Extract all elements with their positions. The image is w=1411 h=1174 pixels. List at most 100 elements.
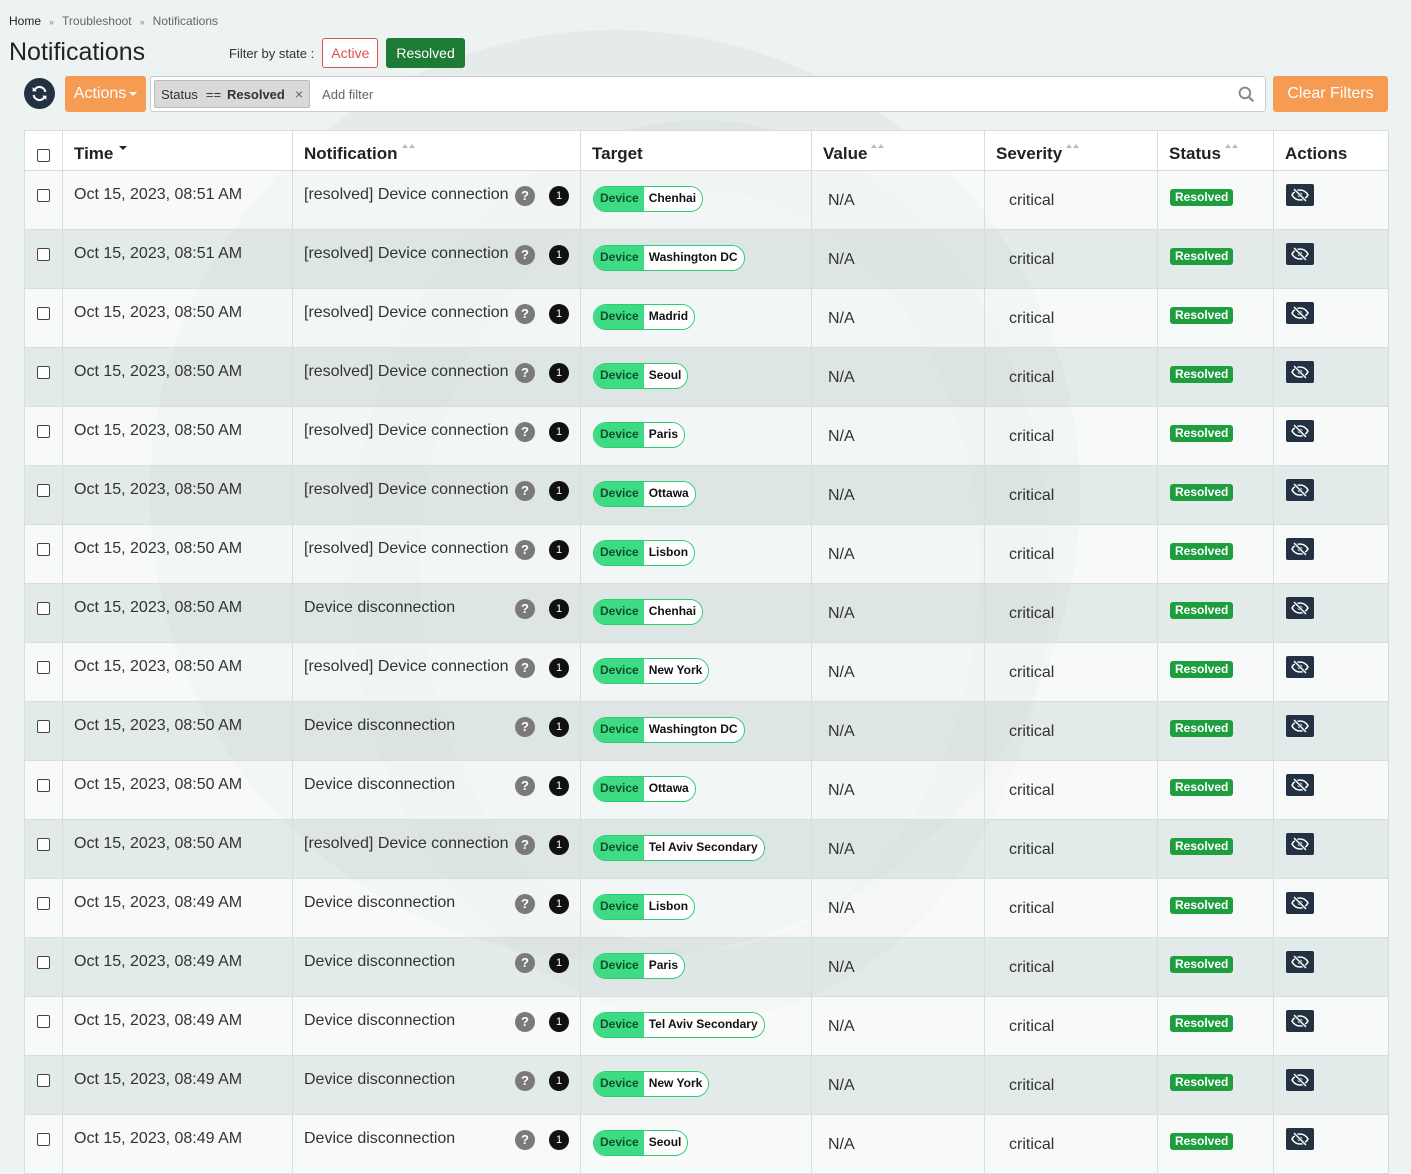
hide-eye-icon[interactable]: [1286, 1069, 1314, 1091]
target-tag[interactable]: Device Ottawa: [593, 481, 696, 507]
row-checkbox[interactable]: [37, 779, 50, 792]
resolved-state-button[interactable]: Resolved: [386, 38, 465, 68]
help-icon[interactable]: ?: [515, 658, 535, 678]
column-header-value[interactable]: Value: [811, 130, 985, 171]
active-state-button[interactable]: Active: [322, 38, 379, 68]
hide-eye-icon[interactable]: [1286, 597, 1314, 619]
target-tag[interactable]: Device Ottawa: [593, 776, 696, 802]
help-icon[interactable]: ?: [515, 1071, 535, 1091]
target-tag[interactable]: Device Lisbon: [593, 540, 696, 566]
hide-eye-icon[interactable]: [1286, 1010, 1314, 1032]
table-row[interactable]: Oct 15, 2023, 08:50 AM [resolved] Device…: [24, 642, 1389, 702]
add-filter-input[interactable]: [320, 85, 1238, 103]
breadcrumb-home[interactable]: Home: [9, 14, 41, 28]
status-filter-chip[interactable]: Status == Resolved ×: [154, 80, 311, 108]
breadcrumb-troubleshoot[interactable]: Troubleshoot: [62, 14, 132, 28]
hide-eye-icon[interactable]: [1286, 420, 1314, 442]
table-row[interactable]: Oct 15, 2023, 08:50 AM [resolved] Device…: [24, 347, 1389, 407]
row-checkbox[interactable]: [37, 1133, 50, 1146]
target-tag[interactable]: Device Seoul: [593, 363, 689, 389]
target-tag[interactable]: Device Tel Aviv Secondary: [593, 835, 765, 861]
row-checkbox[interactable]: [37, 425, 50, 438]
hide-eye-icon[interactable]: [1286, 833, 1314, 855]
target-tag[interactable]: Device Paris: [593, 953, 686, 979]
search-icon[interactable]: [1238, 86, 1255, 103]
clear-filters-button[interactable]: Clear Filters: [1273, 76, 1388, 112]
help-icon[interactable]: ?: [515, 776, 535, 796]
table-row[interactable]: Oct 15, 2023, 08:50 AM [resolved] Device…: [24, 288, 1389, 348]
table-row[interactable]: Oct 15, 2023, 08:49 AM Device disconnect…: [24, 996, 1389, 1056]
row-checkbox[interactable]: [37, 956, 50, 969]
help-icon[interactable]: ?: [515, 304, 535, 324]
hide-eye-icon[interactable]: [1286, 951, 1314, 973]
help-icon[interactable]: ?: [515, 1130, 535, 1150]
help-icon[interactable]: ?: [515, 540, 535, 560]
table-row[interactable]: Oct 15, 2023, 08:50 AM Device disconnect…: [24, 583, 1389, 643]
table-row[interactable]: Oct 15, 2023, 08:49 AM Device disconnect…: [24, 1114, 1389, 1174]
target-tag[interactable]: Device Madrid: [593, 304, 696, 330]
row-checkbox[interactable]: [37, 661, 50, 674]
help-icon[interactable]: ?: [515, 599, 535, 619]
table-row[interactable]: Oct 15, 2023, 08:50 AM [resolved] Device…: [24, 406, 1389, 466]
hide-eye-icon[interactable]: [1286, 361, 1314, 383]
hide-eye-icon[interactable]: [1286, 243, 1314, 265]
row-checkbox[interactable]: [37, 189, 50, 202]
row-checkbox[interactable]: [37, 720, 50, 733]
column-header-time[interactable]: Time: [62, 130, 293, 171]
row-checkbox[interactable]: [37, 248, 50, 261]
table-row[interactable]: Oct 15, 2023, 08:50 AM [resolved] Device…: [24, 465, 1389, 525]
hide-eye-icon[interactable]: [1286, 656, 1314, 678]
refresh-button[interactable]: [24, 78, 55, 109]
target-tag[interactable]: Device Seoul: [593, 1130, 689, 1156]
hide-eye-icon[interactable]: [1286, 892, 1314, 914]
hide-eye-icon[interactable]: [1286, 302, 1314, 324]
help-icon[interactable]: ?: [515, 835, 535, 855]
help-icon[interactable]: ?: [515, 1012, 535, 1032]
row-checkbox[interactable]: [37, 838, 50, 851]
hide-eye-icon[interactable]: [1286, 184, 1314, 206]
target-tag[interactable]: Device Chenhai: [593, 599, 704, 625]
row-checkbox[interactable]: [37, 484, 50, 497]
target-tag[interactable]: Device Paris: [593, 422, 686, 448]
table-row[interactable]: Oct 15, 2023, 08:50 AM [resolved] Device…: [24, 819, 1389, 879]
actions-dropdown-button[interactable]: Actions: [65, 76, 146, 112]
row-checkbox[interactable]: [37, 897, 50, 910]
hide-eye-icon[interactable]: [1286, 479, 1314, 501]
column-header-status[interactable]: Status: [1157, 130, 1274, 171]
table-row[interactable]: Oct 15, 2023, 08:49 AM Device disconnect…: [24, 1055, 1389, 1115]
hide-eye-icon[interactable]: [1286, 1128, 1314, 1150]
table-row[interactable]: Oct 15, 2023, 08:50 AM Device disconnect…: [24, 760, 1389, 820]
target-tag[interactable]: Device Washington DC: [593, 717, 745, 743]
help-icon[interactable]: ?: [515, 894, 535, 914]
hide-eye-icon[interactable]: [1286, 774, 1314, 796]
help-icon[interactable]: ?: [515, 422, 535, 442]
row-checkbox[interactable]: [37, 602, 50, 615]
help-icon[interactable]: ?: [515, 245, 535, 265]
row-checkbox[interactable]: [37, 307, 50, 320]
target-tag[interactable]: Device Lisbon: [593, 894, 696, 920]
help-icon[interactable]: ?: [515, 363, 535, 383]
column-header-notification[interactable]: Notification: [292, 130, 581, 171]
help-icon[interactable]: ?: [515, 953, 535, 973]
help-icon[interactable]: ?: [515, 717, 535, 737]
table-row[interactable]: Oct 15, 2023, 08:49 AM Device disconnect…: [24, 937, 1389, 997]
table-row[interactable]: Oct 15, 2023, 08:49 AM Device disconnect…: [24, 878, 1389, 938]
target-tag[interactable]: Device Washington DC: [593, 245, 745, 271]
row-checkbox[interactable]: [37, 1015, 50, 1028]
help-icon[interactable]: ?: [515, 186, 535, 206]
help-icon[interactable]: ?: [515, 481, 535, 501]
row-checkbox[interactable]: [37, 543, 50, 556]
table-row[interactable]: Oct 15, 2023, 08:50 AM Device disconnect…: [24, 701, 1389, 761]
table-row[interactable]: Oct 15, 2023, 08:50 AM [resolved] Device…: [24, 524, 1389, 584]
row-checkbox[interactable]: [37, 1074, 50, 1087]
hide-eye-icon[interactable]: [1286, 715, 1314, 737]
table-row[interactable]: Oct 15, 2023, 08:51 AM [resolved] Device…: [24, 170, 1389, 230]
remove-filter-icon[interactable]: ×: [295, 86, 303, 102]
select-all-checkbox[interactable]: [37, 149, 50, 162]
column-header-severity[interactable]: Severity: [984, 130, 1158, 171]
target-tag[interactable]: Device Tel Aviv Secondary: [593, 1012, 765, 1038]
target-tag[interactable]: Device Chenhai: [593, 186, 704, 212]
table-row[interactable]: Oct 15, 2023, 08:51 AM [resolved] Device…: [24, 229, 1389, 289]
target-tag[interactable]: Device New York: [593, 1071, 710, 1097]
hide-eye-icon[interactable]: [1286, 538, 1314, 560]
